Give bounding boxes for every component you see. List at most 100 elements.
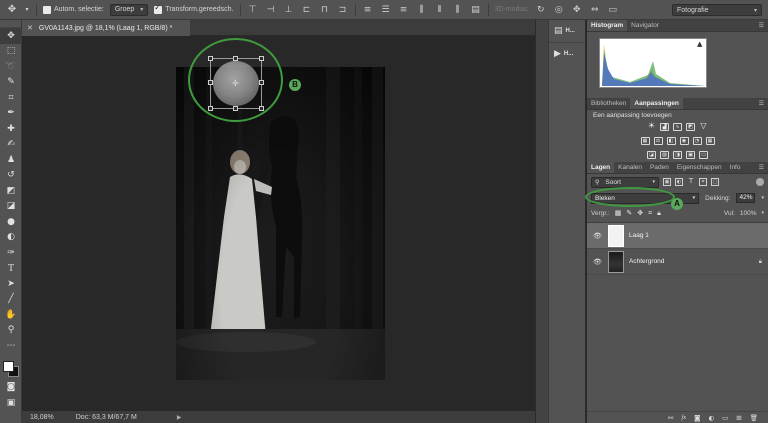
tab-channels[interactable]: Kanalen: [614, 162, 646, 173]
distribute-left-icon[interactable]: ⫼: [416, 4, 428, 16]
photo-filter-icon[interactable]: ◉: [679, 137, 689, 145]
chevron-down-icon[interactable]: ▾: [761, 195, 764, 201]
color-lookup-icon[interactable]: ▦: [705, 137, 715, 145]
transform-controls-option[interactable]: Transform.gereedsch.: [154, 3, 234, 14]
distribute-top-icon[interactable]: ≡: [362, 4, 374, 16]
path-selection-tool-icon[interactable]: ➤: [0, 276, 22, 292]
healing-brush-tool-icon[interactable]: ✚: [0, 121, 22, 137]
panel-menu-icon[interactable]: ☰: [759, 162, 764, 174]
hand-tool-icon[interactable]: ✋: [0, 307, 22, 323]
zoom-level[interactable]: 18,08%: [30, 414, 54, 421]
curves-icon[interactable]: ∿: [673, 123, 682, 131]
tab-info[interactable]: Info: [726, 162, 745, 173]
align-right-icon[interactable]: ⊐: [337, 4, 349, 16]
auto-select-checkbox[interactable]: [43, 5, 51, 14]
3d-rotate-icon[interactable]: ↻: [535, 4, 547, 16]
close-icon[interactable]: ✕: [27, 24, 33, 32]
filter-toggle[interactable]: [756, 178, 764, 186]
channel-mixer-icon[interactable]: ◔: [692, 137, 702, 145]
distribute-center-icon[interactable]: ⫴: [434, 4, 446, 16]
chevron-right-icon[interactable]: ▶: [177, 414, 182, 421]
move-tool-icon[interactable]: ✥: [6, 4, 18, 16]
hue-saturation-icon[interactable]: ▦: [640, 137, 650, 145]
color-balance-icon[interactable]: ⚖: [653, 137, 663, 145]
panel-menu-icon[interactable]: ☰: [759, 98, 764, 110]
brush-tool-icon[interactable]: ✍: [0, 137, 22, 153]
new-layer-icon[interactable]: ⊞: [736, 414, 741, 422]
lock-artboard-icon[interactable]: ⌗: [648, 209, 652, 218]
clone-stamp-tool-icon[interactable]: ♟: [0, 152, 22, 168]
vibrance-icon[interactable]: ▽: [699, 122, 708, 131]
layer-filter-dropdown[interactable]: ⚲ Soort ▾: [591, 176, 659, 188]
3d-drag-icon[interactable]: ✥: [571, 4, 583, 16]
eraser-tool-icon[interactable]: ◩: [0, 183, 22, 199]
foreground-color-swatch[interactable]: [3, 360, 14, 372]
visibility-eye-icon[interactable]: 👁︎: [593, 258, 603, 266]
align-center-icon[interactable]: ⊓: [319, 4, 331, 16]
zoom-tool-icon[interactable]: ⚲: [0, 323, 22, 339]
exposure-icon[interactable]: ◩: [686, 123, 695, 131]
marquee-tool-icon[interactable]: ⬚: [0, 44, 22, 60]
screen-mode-icon[interactable]: ▣: [0, 395, 22, 411]
opacity-field[interactable]: 42%: [736, 193, 756, 203]
black-white-icon[interactable]: ◧: [666, 137, 676, 145]
align-left-icon[interactable]: ⊏: [301, 4, 313, 16]
distribute-right-icon[interactable]: ⫼: [452, 4, 464, 16]
layer-style-icon[interactable]: fx: [681, 414, 686, 421]
selective-color-icon[interactable]: ▣: [686, 151, 695, 159]
eyedropper-tool-icon[interactable]: ✒: [0, 106, 22, 122]
auto-select-dropdown[interactable]: Groep ▾: [109, 3, 149, 16]
crop-tool-icon[interactable]: ⌗: [0, 90, 22, 106]
fill-value[interactable]: 100%: [740, 210, 757, 217]
panel-grip[interactable]: [0, 20, 21, 28]
new-adjustment-layer-icon[interactable]: ◐: [708, 414, 714, 422]
adjustment-filter-icon[interactable]: ◐: [675, 178, 683, 186]
tab-histogram[interactable]: Histogram: [587, 20, 628, 31]
align-top-icon[interactable]: ⊤: [247, 4, 259, 16]
warning-icon[interactable]: ▲: [697, 40, 702, 48]
tab-navigator[interactable]: Navigator: [627, 20, 663, 31]
panel-menu-icon[interactable]: ☰: [759, 20, 764, 32]
3d-roll-icon[interactable]: ◎: [553, 4, 565, 16]
line-tool-icon[interactable]: ╱: [0, 292, 22, 308]
document-tab[interactable]: ✕ GV0A1143.jpg @ 18,1% (Laag 1, RGB/8) *: [22, 20, 190, 36]
history-brush-tool-icon[interactable]: ↺: [0, 168, 22, 184]
history-panel-button[interactable]: ▤ H...: [549, 20, 585, 42]
posterize-icon[interactable]: ▨: [660, 151, 669, 159]
auto-select-option[interactable]: Autom. selectie:: [43, 5, 104, 14]
brightness-contrast-icon[interactable]: ☀: [647, 122, 656, 131]
levels-icon[interactable]: ▟: [660, 123, 669, 131]
new-group-icon[interactable]: ▭: [722, 414, 728, 422]
layer-row[interactable]: 👁︎ Achtergrond 🔒︎: [587, 249, 768, 275]
transform-controls-checkbox[interactable]: [154, 3, 163, 14]
lock-transparent-icon[interactable]: ▦: [615, 209, 622, 217]
lasso-tool-icon[interactable]: ➰: [0, 59, 22, 75]
3d-slide-icon[interactable]: ⇔: [589, 4, 601, 16]
lock-icon[interactable]: 🔒︎: [759, 258, 762, 266]
paint-bucket-tool-icon[interactable]: ◪: [0, 199, 22, 215]
canvas-area[interactable]: ✛ B: [22, 36, 535, 411]
tab-libraries[interactable]: Bibliotheken: [587, 98, 630, 109]
distribute-bottom-icon[interactable]: ≡: [398, 4, 410, 16]
quick-select-tool-icon[interactable]: ✎: [0, 75, 22, 91]
trash-icon[interactable]: 🗑︎: [750, 414, 758, 422]
tab-properties[interactable]: Eigenschappen: [673, 162, 726, 173]
blur-tool-icon[interactable]: ●: [0, 214, 22, 230]
tab-layers[interactable]: Lagen: [587, 162, 615, 173]
quick-mask-icon[interactable]: ◙: [0, 380, 22, 396]
auto-align-icon[interactable]: ▤: [470, 4, 482, 16]
chevron-down-icon[interactable]: ▾: [761, 210, 764, 216]
visibility-eye-icon[interactable]: 👁︎: [593, 232, 603, 240]
3d-scale-icon[interactable]: ▭: [607, 4, 619, 16]
move-tool-icon[interactable]: ✥: [0, 28, 22, 44]
lock-position-icon[interactable]: ✥: [637, 209, 643, 217]
workspace-dropdown[interactable]: Fotografie ▾: [672, 4, 762, 16]
add-mask-icon[interactable]: ◙: [694, 414, 700, 422]
link-layers-icon[interactable]: ⚯: [668, 414, 673, 422]
pixel-filter-icon[interactable]: ▣: [663, 178, 671, 186]
threshold-icon[interactable]: ◨: [673, 151, 682, 159]
shape-filter-icon[interactable]: ⌗: [699, 178, 707, 186]
distribute-middle-icon[interactable]: ☰: [380, 4, 392, 16]
smart-object-filter-icon[interactable]: ▢: [711, 178, 719, 186]
tab-paths[interactable]: Paden: [646, 162, 673, 173]
